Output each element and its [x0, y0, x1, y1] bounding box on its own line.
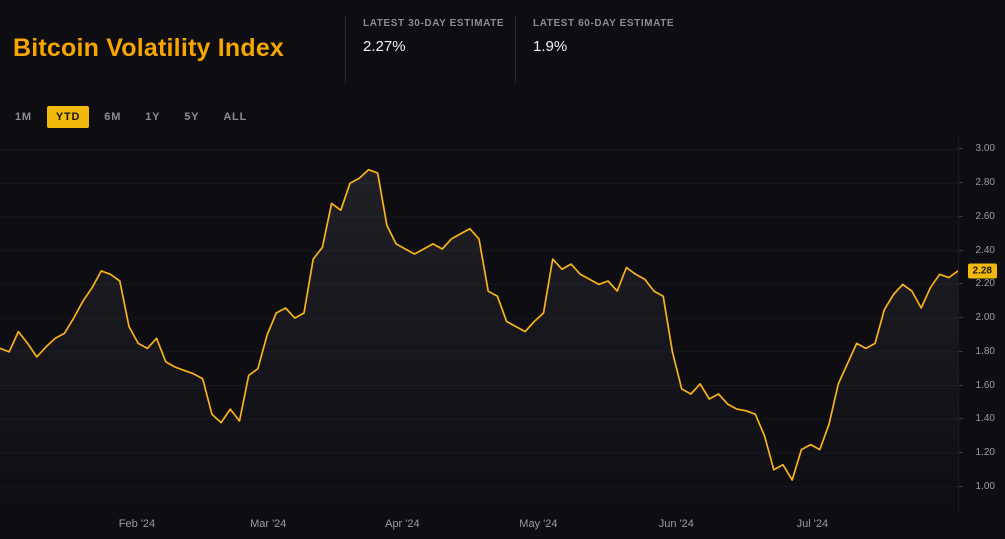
y-tick-mark: [959, 216, 963, 217]
y-tick-label: 3.00: [976, 143, 995, 155]
y-axis: 2.28 3.00 2.80 2.60 2.40 2.20 2.00 1.80 1.60 1.4…: [958, 136, 1005, 512]
range-tab-6m[interactable]: 6M: [95, 106, 130, 128]
y-tick-mark: [959, 452, 963, 453]
range-tab-1y[interactable]: 1Y: [136, 106, 169, 128]
chart-plot[interactable]: Feb '24Mar '24Apr '24May '24Jun '24Jul '…: [0, 136, 958, 512]
y-tick-mark: [959, 351, 963, 352]
y-tick-mark: [959, 148, 963, 149]
y-axis-tick: 1.40: [959, 413, 1005, 425]
y-axis-tick: 1.20: [959, 447, 1005, 459]
y-tick-label: 2.40: [976, 245, 995, 257]
stat-60-day: LATEST 60-DAY ESTIMATE 1.9%: [515, 16, 685, 83]
y-axis-tick: 2.80: [959, 177, 1005, 189]
y-tick-mark: [959, 317, 963, 318]
y-tick-label: 1.20: [976, 447, 995, 459]
x-tick-label: Apr '24: [385, 518, 420, 530]
y-tick-label: 1.60: [976, 380, 995, 392]
stat-60-day-value: 1.9%: [533, 38, 685, 55]
y-tick-label: 2.60: [976, 211, 995, 223]
chart: Feb '24 Mar '24 Apr '24 May '24 Jun '24 Jul '…: [0, 136, 1005, 539]
x-tick-label: Feb '24: [119, 518, 155, 530]
y-axis-tick: 2.40: [959, 245, 1005, 257]
y-tick-mark: [959, 250, 963, 251]
y-tick-label: 2.00: [976, 312, 995, 324]
x-tick-label: May '24: [519, 518, 557, 530]
y-tick-label: 1.00: [976, 481, 995, 493]
y-axis-tick: 2.20: [959, 278, 1005, 290]
x-axis-labels: Feb '24 Mar '24 Apr '24 May '24 Jun '24 Jul '…: [0, 514, 958, 539]
area-fill: [0, 170, 958, 512]
stat-60-day-label: LATEST 60-DAY ESTIMATE: [533, 18, 685, 29]
y-tick-mark: [959, 385, 963, 386]
header: Bitcoin Volatility Index LATEST 30-DAY E…: [0, 0, 1005, 97]
y-axis-tick: 3.00: [959, 143, 1005, 155]
page-title: Bitcoin Volatility Index: [13, 34, 284, 63]
y-axis-tick: 2.60: [959, 211, 1005, 223]
y-tick-label: 2.20: [976, 278, 995, 290]
x-tick-label: Mar '24: [250, 518, 286, 530]
y-tick-mark: [959, 486, 963, 487]
y-tick-label: 1.80: [976, 346, 995, 358]
y-tick-mark: [959, 182, 963, 183]
stat-30-day-label: LATEST 30-DAY ESTIMATE: [363, 18, 515, 29]
last-value-badge: 2.28: [968, 263, 997, 278]
stat-30-day-value: 2.27%: [363, 38, 515, 55]
range-tab-ytd[interactable]: YTD: [47, 106, 89, 128]
chart-svg[interactable]: [0, 136, 958, 512]
y-axis-tick: 2.00: [959, 312, 1005, 324]
y-tick-label: 1.40: [976, 413, 995, 425]
y-axis-tick: 1.80: [959, 346, 1005, 358]
range-tab-1m[interactable]: 1M: [6, 106, 41, 128]
x-tick-label: Jul '24: [797, 518, 828, 530]
range-tabs: 1M YTD 6M 1Y 5Y ALL: [0, 97, 1005, 136]
y-tick-label: 2.80: [976, 177, 995, 189]
y-axis-tick: 1.00: [959, 481, 1005, 493]
y-tick-mark: [959, 418, 963, 419]
y-axis-tick: 1.60: [959, 380, 1005, 392]
y-tick-mark: [959, 283, 963, 284]
range-tab-all[interactable]: ALL: [214, 106, 256, 128]
title-block: Bitcoin Volatility Index: [0, 0, 345, 97]
x-tick-label: Jun '24: [659, 518, 694, 530]
range-tab-5y[interactable]: 5Y: [175, 106, 208, 128]
stat-30-day: LATEST 30-DAY ESTIMATE 2.27%: [345, 16, 515, 83]
